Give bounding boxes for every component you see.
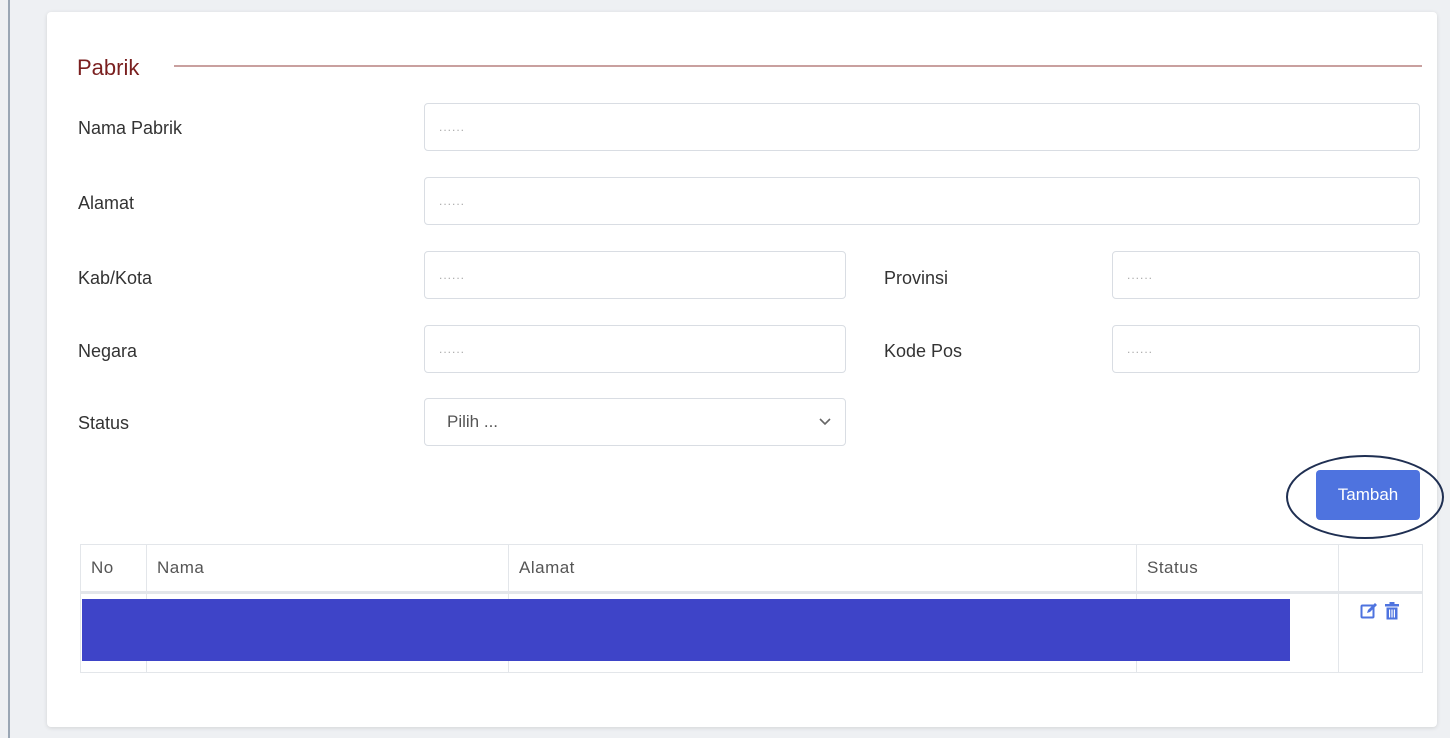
- negara-input[interactable]: [424, 325, 846, 373]
- column-header-no: No: [80, 544, 147, 594]
- column-header-status: Status: [1136, 544, 1339, 594]
- provinsi-input[interactable]: [1112, 251, 1420, 299]
- alamat-input[interactable]: [424, 177, 1420, 225]
- negara-label: Negara: [78, 341, 138, 361]
- table-header-row: No Nama Alamat Status: [80, 544, 1423, 594]
- cell-actions: [1338, 592, 1423, 673]
- tambah-button[interactable]: Tambah: [1316, 470, 1420, 520]
- column-header-alamat: Alamat: [508, 544, 1137, 594]
- status-select-value: Pilih ...: [447, 412, 499, 431]
- provinsi-label: Provinsi: [884, 268, 949, 288]
- status-select[interactable]: Pilih ...: [424, 398, 846, 446]
- left-border: [8, 0, 10, 738]
- redaction-block: [82, 599, 1290, 661]
- section-divider: [174, 65, 1422, 67]
- edit-icon[interactable]: [1360, 602, 1378, 620]
- status-label: Status: [78, 413, 130, 433]
- alamat-label: Alamat: [78, 193, 135, 213]
- kode-pos-input[interactable]: [1112, 325, 1420, 373]
- column-header-actions: [1338, 544, 1423, 594]
- kode-pos-label: Kode Pos: [884, 341, 963, 361]
- nama-pabrik-input[interactable]: [424, 103, 1420, 151]
- section-title: Pabrik: [77, 55, 152, 81]
- kab-kota-label: Kab/Kota: [78, 268, 153, 288]
- section-header: Pabrik: [77, 52, 1422, 81]
- chevron-down-icon: [819, 416, 831, 428]
- trash-icon[interactable]: [1383, 602, 1401, 620]
- pabrik-form-card: Pabrik Nama Pabrik Alamat Kab/Kota Provi…: [47, 12, 1444, 727]
- kab-kota-input[interactable]: [424, 251, 846, 299]
- column-header-nama: Nama: [146, 544, 509, 594]
- nama-pabrik-label: Nama Pabrik: [78, 118, 183, 138]
